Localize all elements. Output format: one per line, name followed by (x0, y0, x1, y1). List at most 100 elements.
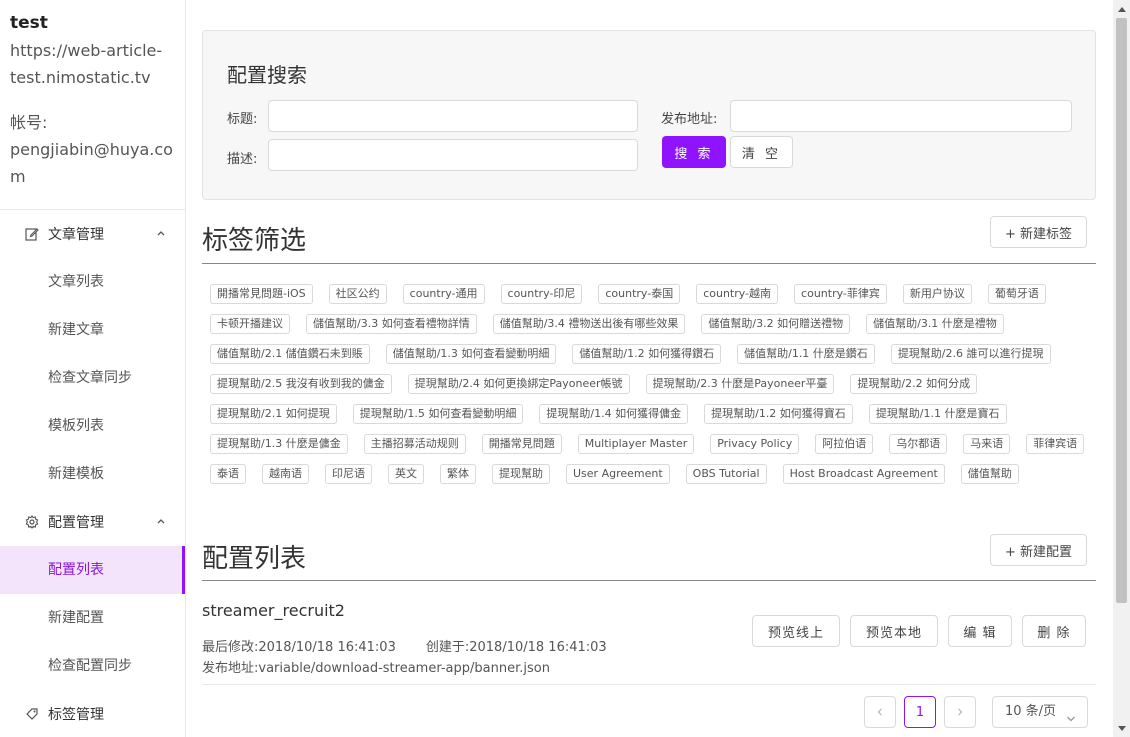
delete-button[interactable]: 删 除 (1022, 615, 1086, 647)
tag-chip[interactable]: country-越南 (696, 284, 779, 304)
sidebar-item-new-article[interactable]: 新建文章 (0, 306, 185, 354)
tag-chip[interactable]: User Agreement (566, 464, 670, 484)
tag-chip[interactable]: 提現幫助/2.5 我沒有收到我的傭金 (210, 374, 392, 394)
menu-group-label: 文章管理 (48, 227, 104, 243)
tag-chip[interactable]: 儲值幫助/3.2 如何贈送禮物 (701, 314, 851, 334)
account-email-line2: m (10, 167, 26, 186)
menu-group-label: 标签管理 (48, 707, 104, 723)
tag-chip[interactable]: 儲值幫助/1.2 如何獲得鑽石 (572, 344, 722, 364)
tag-chip[interactable]: 提現幫助/2.2 如何分成 (850, 374, 978, 394)
tag-chip[interactable]: 新用户协议 (902, 284, 972, 304)
tag-chip[interactable]: 開播常見問題-iOS (210, 284, 313, 304)
menu-group-articles[interactable]: 文章管理 (0, 210, 185, 258)
site-url-line2: test.nimostatic.tv (10, 68, 151, 87)
tag-chip[interactable]: 提現幫助/1.5 如何查看變動明細 (352, 404, 524, 424)
tag-chip[interactable]: 儲值幫助/1.3 如何查看變動明細 (385, 344, 557, 364)
tag-chip[interactable]: 卡顿开播建议 (210, 314, 290, 334)
tag-chip[interactable]: 乌尔都语 (889, 434, 948, 454)
tag-chip[interactable]: 提現幫助/2.4 如何更換綁定Payoneer帳號 (407, 374, 630, 394)
tag-chip[interactable]: 越南语 (262, 464, 309, 484)
prev-page-button[interactable] (864, 696, 896, 728)
tag-chip[interactable]: 印尼语 (325, 464, 372, 484)
tag-chip[interactable]: Host Broadcast Agreement (782, 464, 945, 484)
scroll-up-arrow-icon[interactable] (1113, 0, 1130, 17)
vertical-scrollbar[interactable] (1113, 0, 1130, 737)
sidebar-item-config-list[interactable]: 配置列表 (0, 546, 185, 594)
clear-button[interactable]: 清 空 (730, 136, 793, 168)
tag-chip[interactable]: 社区公约 (328, 284, 387, 304)
tag-chip[interactable]: 提現幫助/2.6 誰可以進行提現 (890, 344, 1051, 364)
tag-chip[interactable]: 提現幫助/1.2 如何獲得寶石 (704, 404, 853, 424)
tag-chip[interactable]: 提現幫助/1.1 什麼是寶石 (868, 404, 1007, 424)
tag-chip[interactable]: 開播常見問題 (481, 434, 562, 454)
row-divider (202, 684, 1096, 685)
config-section-title: 配置列表 (202, 544, 307, 574)
sidebar-item-template-list[interactable]: 模板列表 (0, 402, 185, 450)
tag-chip[interactable]: 儲值幫助/1.1 什麼是鑽石 (737, 344, 875, 364)
page-number-button[interactable]: 1 (904, 696, 936, 728)
modified-time: 2018/10/18 16:41:03 (258, 640, 396, 655)
tag-chip[interactable]: 提現幫助/2.3 什麼是Payoneer平臺 (645, 374, 835, 394)
tag-chip[interactable]: 繁体 (440, 464, 476, 484)
sidebar-item-article-list[interactable]: 文章列表 (0, 258, 185, 306)
tag-chip[interactable]: country-通用 (402, 284, 485, 304)
desc-input[interactable] (268, 139, 638, 171)
scrollbar-thumb[interactable] (1116, 18, 1127, 603)
tag-chip[interactable]: OBS Tutorial (685, 464, 767, 484)
modified-label: 最后修改: (202, 640, 259, 655)
edit-button[interactable]: 编 辑 (948, 615, 1012, 647)
tag-chip[interactable]: 提現幫助/1.4 如何獲得傭金 (539, 404, 689, 424)
tag-chip[interactable]: 儲值幫助 (960, 464, 1019, 484)
sidebar-item-new-config[interactable]: 新建配置 (0, 594, 185, 642)
tag-chip[interactable]: 儲值幫助/3.4 禮物送出後有哪些效果 (492, 314, 686, 334)
scroll-down-arrow-icon[interactable] (1113, 720, 1130, 737)
menu-group-tags[interactable]: 标签管理 (0, 690, 185, 737)
search-button[interactable]: 搜 索 (662, 136, 726, 168)
preview-local-button[interactable]: 预览本地 (850, 615, 938, 647)
tag-chip[interactable]: 阿拉伯语 (815, 434, 874, 454)
menu-group-label: 配置管理 (48, 515, 104, 531)
tag-chip[interactable]: 主播招募活动规则 (363, 434, 466, 454)
new-tag-button[interactable]: + 新建标签 (989, 216, 1087, 248)
user-info: test https://web-article- test.nimostati… (0, 0, 185, 210)
address-value: variable/download-streamer-app/banner.js… (258, 661, 550, 676)
publish-address-label: 发布地址: (661, 112, 718, 127)
tag-chip[interactable]: country-菲律宾 (794, 284, 887, 304)
tag-chip[interactable]: 提現幫助/1.3 什麼是傭金 (210, 434, 348, 454)
tag-chip[interactable]: 儲值幫助/3.1 什麼是禮物 (866, 314, 1004, 334)
sidebar-item-check-config-sync[interactable]: 检查配置同步 (0, 642, 185, 690)
tag-chip[interactable]: Multiplayer Master (577, 434, 695, 454)
tag-chip[interactable]: country-泰国 (598, 284, 681, 304)
tag-list: 開播常見問題-iOS 社区公约 country-通用 country-印尼 countr… (210, 284, 1090, 484)
tag-chip[interactable]: country-印尼 (500, 284, 583, 304)
sidebar-item-check-article-sync[interactable]: 检查文章同步 (0, 354, 185, 402)
menu-group-config[interactable]: 配置管理 (0, 498, 185, 546)
gear-icon (24, 514, 40, 530)
chevron-left-icon (877, 708, 882, 716)
created-label: 创建于: (425, 640, 470, 655)
tag-chip[interactable]: 儲值幫助/2.1 儲值鑽石未到賬 (210, 344, 370, 364)
tag-chip[interactable]: 提现幫助 (492, 464, 550, 484)
page-size-select[interactable]: 10 条/页 (992, 696, 1088, 728)
tag-chip[interactable]: 泰语 (210, 464, 246, 484)
tag-chip[interactable]: 提現幫助/2.1 如何提現 (210, 404, 337, 424)
preview-online-button[interactable]: 预览线上 (752, 615, 840, 647)
publish-address-input[interactable] (730, 100, 1072, 132)
created-time: 2018/10/18 16:41:03 (469, 640, 607, 655)
chevron-up-icon (155, 515, 167, 527)
tag-chip[interactable]: 马来语 (963, 434, 1011, 454)
new-config-button[interactable]: + 新建配置 (989, 534, 1087, 566)
sidebar-item-new-template[interactable]: 新建模板 (0, 450, 185, 498)
tag-chip[interactable]: 英文 (388, 464, 424, 484)
user-name: test (10, 13, 48, 33)
tag-icon (24, 706, 40, 722)
config-address: 发布地址:variable/download-streamer-app/bann… (202, 657, 550, 676)
tag-chip[interactable]: Privacy Policy (710, 434, 800, 454)
title-label: 标题: (227, 112, 258, 127)
chevron-up-icon (155, 227, 167, 239)
next-page-button[interactable] (944, 696, 976, 728)
tag-chip[interactable]: 儲值幫助/3.3 如何查看禮物詳情 (306, 314, 477, 334)
title-input[interactable] (268, 100, 638, 132)
tag-chip[interactable]: 菲律宾语 (1026, 434, 1085, 454)
tag-chip[interactable]: 葡萄牙语 (987, 284, 1046, 304)
